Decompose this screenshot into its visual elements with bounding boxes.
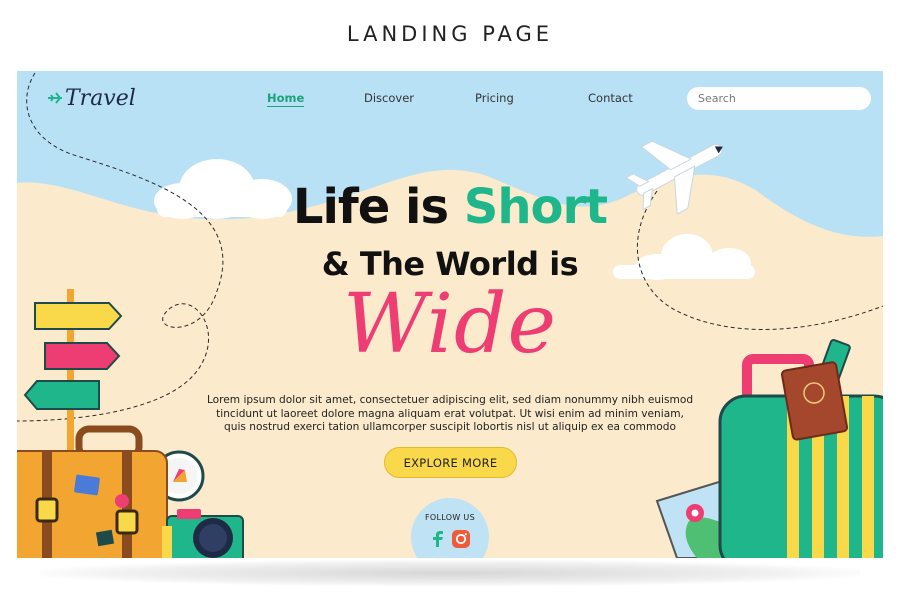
nav-discover[interactable]: Discover	[364, 91, 414, 105]
nav-home[interactable]: Home	[267, 91, 305, 107]
facebook-icon[interactable]	[427, 528, 449, 550]
suitcase-left-illustration	[17, 425, 168, 558]
camera-illustration	[162, 509, 244, 558]
hero-title-prefix: Life is	[292, 179, 464, 235]
instagram-icon[interactable]	[450, 528, 472, 550]
hero-body-text: Lorem ipsum dolor sit amet, consectetuer…	[197, 394, 703, 435]
suitcase-right-illustration	[718, 339, 883, 558]
hero-body-line: tincidunt ut laoreet dolore magna aliqua…	[216, 407, 684, 420]
hero-body-line: quis nostrud exerci tation ullamcorper s…	[224, 421, 676, 433]
hero-title: Life is Short	[17, 179, 883, 235]
explore-more-button[interactable]: EXPLORE MORE	[384, 447, 517, 478]
hero-script-word: Wide	[342, 277, 558, 372]
nav-pricing[interactable]: Pricing	[475, 91, 514, 105]
hero-body-line: Lorem ipsum dolor sit amet, consectetuer…	[206, 394, 694, 406]
brand-logo[interactable]: Travel	[47, 85, 136, 111]
page-caption: LANDING PAGE	[346, 22, 554, 46]
landing-page-frame: Travel Home Discover Pricing Contact Lif…	[17, 71, 883, 558]
hero-title-accent: Short	[463, 179, 608, 235]
frame-shadow	[40, 560, 860, 586]
plane-logo-icon	[48, 92, 62, 104]
nav-contact[interactable]: Contact	[588, 91, 633, 105]
follow-us-label: FOLLOW US	[425, 513, 475, 522]
brand-name: Travel	[65, 85, 136, 111]
search-input[interactable]	[687, 87, 871, 110]
